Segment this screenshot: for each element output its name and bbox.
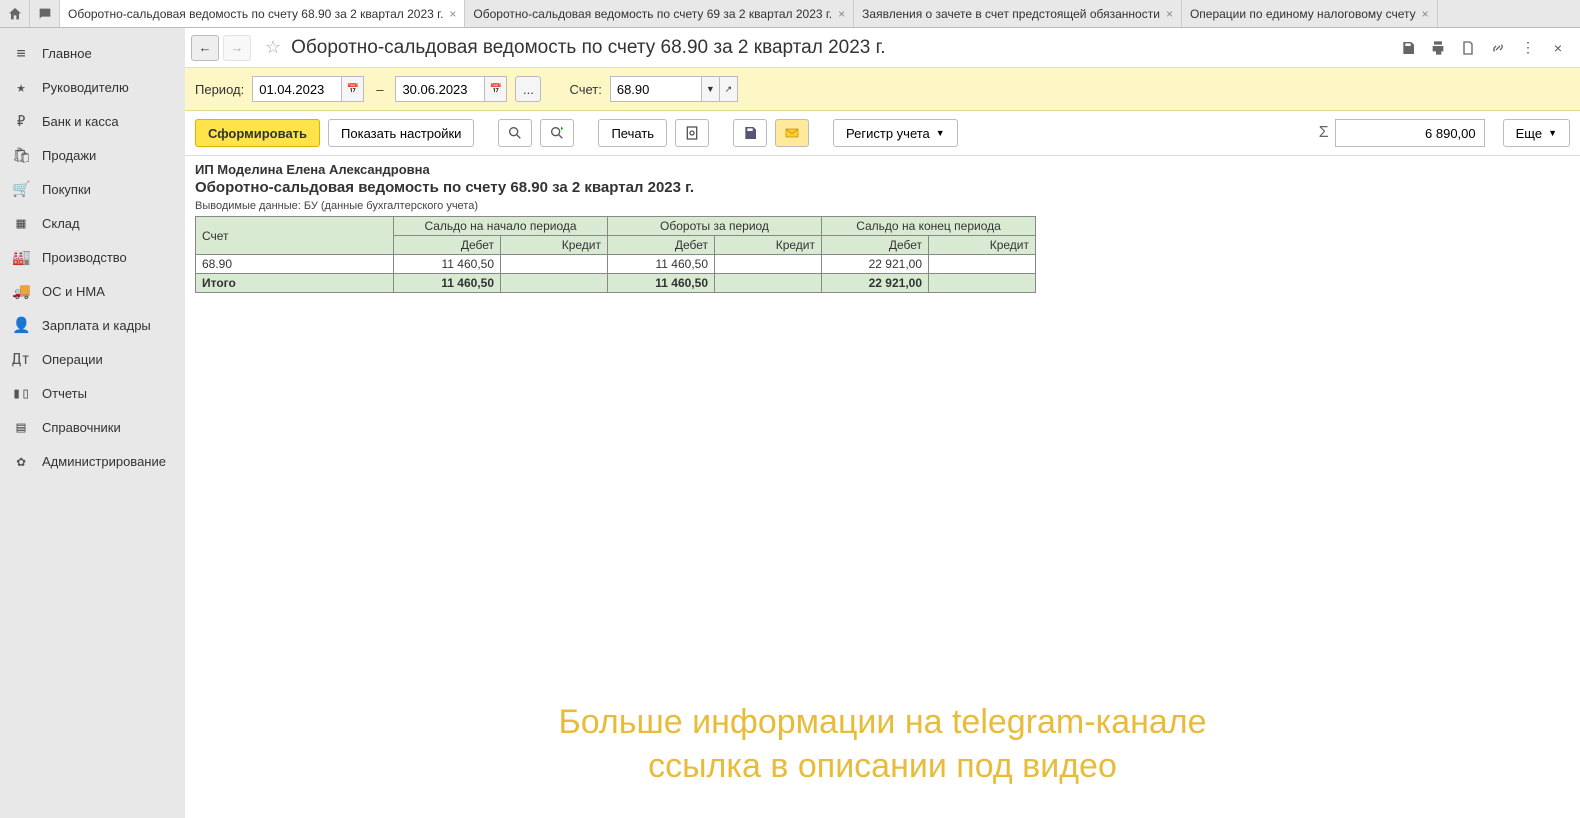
report-table: Счет Сальдо на начало периода Обороты за…: [195, 216, 1036, 293]
operations-icon: Дт: [12, 350, 30, 368]
period-picker-button[interactable]: ...: [515, 76, 541, 102]
factory-icon: 🏭: [12, 248, 30, 266]
account-label: Счет:: [569, 82, 601, 97]
sidebar-item-operations[interactable]: ДтОперации: [0, 342, 185, 376]
sidebar-item-manager[interactable]: ★Руководителю: [0, 70, 185, 104]
date-from-input[interactable]: [252, 76, 342, 102]
print-button[interactable]: Печать: [598, 119, 667, 147]
report-title: Оборотно-сальдовая ведомость по счету 68…: [195, 179, 1570, 196]
sigma-icon: Σ: [1319, 124, 1329, 142]
chat-icon[interactable]: [30, 0, 60, 27]
nav-back-button[interactable]: ←: [191, 35, 219, 61]
print-icon[interactable]: [1426, 36, 1450, 60]
close-icon[interactable]: ×: [1422, 7, 1429, 21]
tab-label: Оборотно-сальдовая ведомость по счету 69…: [473, 7, 832, 21]
close-page-icon[interactable]: ×: [1546, 36, 1570, 60]
save-icon[interactable]: [1396, 36, 1420, 60]
chart-icon: ▮▯: [12, 384, 30, 402]
gear-icon: ✿: [12, 452, 30, 470]
col-end: Сальдо на конец периода: [822, 217, 1036, 236]
calendar-icon[interactable]: 📅: [485, 76, 507, 102]
menu-icon: ≡: [12, 44, 30, 62]
save-button[interactable]: [733, 119, 767, 147]
open-icon[interactable]: ↗: [720, 76, 738, 102]
table-row[interactable]: 68.90 11 460,50 11 460,50 22 921,00: [196, 255, 1036, 274]
nav-forward-button[interactable]: →: [223, 35, 251, 61]
sidebar-item-reports[interactable]: ▮▯Отчеты: [0, 376, 185, 410]
print-preview-button[interactable]: [675, 119, 709, 147]
refresh-search-button[interactable]: [540, 119, 574, 147]
tab-0[interactable]: Оборотно-сальдовая ведомость по счету 68…: [60, 0, 465, 27]
col-turnover: Обороты за период: [608, 217, 822, 236]
book-icon: ▤: [12, 418, 30, 436]
email-button[interactable]: [775, 119, 809, 147]
tab-label: Операции по единому налоговому счету: [1190, 7, 1416, 21]
person-icon: 👤: [12, 316, 30, 334]
close-icon[interactable]: ×: [838, 7, 845, 21]
account-input[interactable]: [610, 76, 702, 102]
search-button[interactable]: [498, 119, 532, 147]
register-button[interactable]: Регистр учета▼: [833, 119, 958, 147]
link-icon[interactable]: [1486, 36, 1510, 60]
table-total-row: Итого 11 460,50 11 460,50 22 921,00: [196, 274, 1036, 293]
favorite-icon[interactable]: ☆: [265, 37, 281, 58]
watermark: Больше информации на telegram-канале ссы…: [185, 700, 1580, 788]
sidebar-item-assets[interactable]: 🚚ОС и НМА: [0, 274, 185, 308]
sidebar-item-hr[interactable]: 👤Зарплата и кадры: [0, 308, 185, 342]
close-icon[interactable]: ×: [1166, 7, 1173, 21]
calendar-icon[interactable]: 📅: [342, 76, 364, 102]
tab-2[interactable]: Заявления о зачете в счет предстоящей об…: [854, 0, 1182, 27]
close-icon[interactable]: ×: [449, 7, 456, 21]
report-org: ИП Моделина Елена Александровна: [195, 162, 1570, 177]
grid-icon: ▦: [12, 214, 30, 232]
tab-3[interactable]: Операции по единому налоговому счету ×: [1182, 0, 1438, 27]
report-area: ИП Моделина Елена Александровна Оборотно…: [185, 156, 1580, 818]
more-button[interactable]: Еще▼: [1503, 119, 1570, 147]
main-content: ← → ☆ Оборотно-сальдовая ведомость по сч…: [185, 28, 1580, 818]
kebab-icon[interactable]: ⋮: [1516, 36, 1540, 60]
tab-label: Оборотно-сальдовая ведомость по счету 68…: [68, 7, 443, 21]
settings-button[interactable]: Показать настройки: [328, 119, 474, 147]
tab-label: Заявления о зачете в счет предстоящей об…: [862, 7, 1160, 21]
range-dash: –: [372, 82, 387, 97]
toolbar: Сформировать Показать настройки Печать Р…: [185, 111, 1580, 156]
ruble-icon: ₽: [12, 112, 30, 130]
sidebar: ≡Главное ★Руководителю ₽Банк и касса 🛍Пр…: [0, 28, 185, 818]
sidebar-item-main[interactable]: ≡Главное: [0, 36, 185, 70]
generate-button[interactable]: Сформировать: [195, 119, 320, 147]
sidebar-item-sales[interactable]: 🛍Продажи: [0, 138, 185, 172]
document-icon[interactable]: [1456, 36, 1480, 60]
truck-icon: 🚚: [12, 282, 30, 300]
page-header: ← → ☆ Оборотно-сальдовая ведомость по сч…: [185, 28, 1580, 68]
sidebar-item-warehouse[interactable]: ▦Склад: [0, 206, 185, 240]
col-start: Сальдо на начало периода: [394, 217, 608, 236]
report-subtitle: Выводимые данные: БУ (данные бухгалтерск…: [195, 200, 1570, 212]
bag-icon: 🛍: [12, 146, 30, 164]
sidebar-item-bank[interactable]: ₽Банк и касса: [0, 104, 185, 138]
sum-field[interactable]: [1335, 119, 1485, 147]
dropdown-icon[interactable]: ▼: [702, 76, 720, 102]
period-label: Период:: [195, 82, 244, 97]
date-to-input[interactable]: [395, 76, 485, 102]
tab-1[interactable]: Оборотно-сальдовая ведомость по счету 69…: [465, 0, 854, 27]
sidebar-item-production[interactable]: 🏭Производство: [0, 240, 185, 274]
sidebar-item-directories[interactable]: ▤Справочники: [0, 410, 185, 444]
col-account: Счет: [196, 217, 394, 255]
star-icon: ★: [12, 78, 30, 96]
sidebar-item-admin[interactable]: ✿Администрирование: [0, 444, 185, 478]
home-icon[interactable]: [0, 0, 30, 27]
sidebar-item-purchases[interactable]: 🛒Покупки: [0, 172, 185, 206]
filter-bar: Период: 📅 – 📅 ... Счет: ▼ ↗: [185, 68, 1580, 111]
tab-bar: Оборотно-сальдовая ведомость по счету 68…: [0, 0, 1580, 28]
page-title: Оборотно-сальдовая ведомость по счету 68…: [291, 37, 1390, 59]
cart-icon: 🛒: [12, 180, 30, 198]
